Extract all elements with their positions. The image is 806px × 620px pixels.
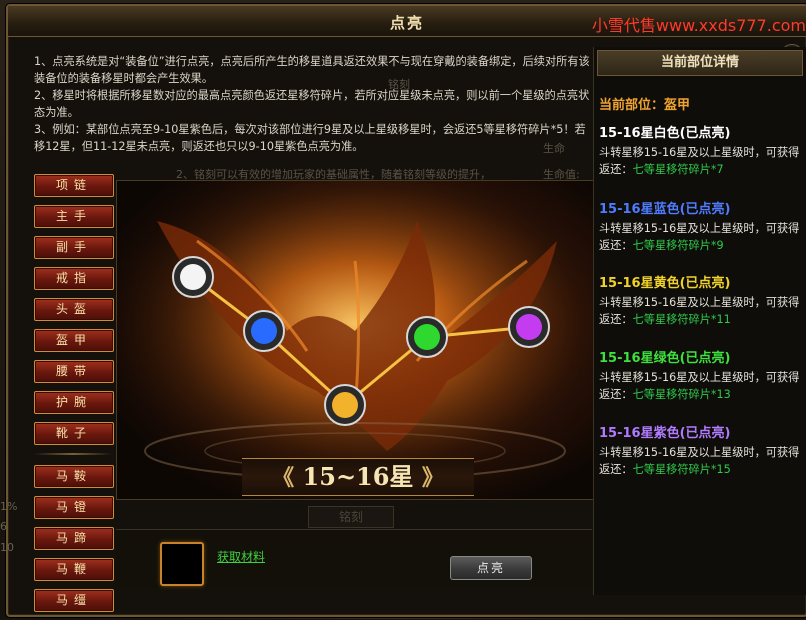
tier-white-title: 15-16星白色(已点亮)	[599, 126, 731, 141]
rule-1: 1、点亮系统是对“装备位”进行点亮，点亮后所产生的移星道具返还效果不与现在穿戴的…	[34, 55, 590, 85]
slot-divider	[34, 453, 112, 455]
slot-button-main-hand[interactable]: 主手	[34, 205, 114, 228]
seller-watermark: 小雪代售www.xxds777.com	[591, 16, 806, 35]
tier-blue-title: 15-16星蓝色(已点亮)	[599, 202, 731, 217]
ghost-gen: 生命	[543, 142, 565, 155]
tier-blue-desc: 斗转星移15-16星及以上星级时，可获得返还：七等星移符碎片*9	[599, 222, 800, 252]
get-material-link[interactable]: 获取材料	[217, 548, 265, 565]
tier-yellow-title: 15-16星黄色(已点亮)	[599, 276, 731, 291]
slot-button-helmet[interactable]: 头盔	[34, 298, 114, 321]
tier-white-desc: 斗转星移15-16星及以上星级时，可获得返还：七等星移符碎片*7	[599, 146, 800, 176]
material-panel: 获取材料 点亮	[116, 529, 592, 588]
tier-yellow-desc: 斗转星移15-16星及以上星级时，可获得返还：七等星移符碎片*11	[599, 296, 800, 326]
slot-button-armor[interactable]: 盔甲	[34, 329, 114, 352]
tier-green-title: 15-16星绿色(已点亮)	[599, 351, 731, 366]
tier-purple-desc: 斗转星移15-16星及以上星级时，可获得返还：七等星移符碎片*15	[599, 446, 800, 476]
tier-yellow: 15-16星黄色(已点亮) 斗转星移15-16星及以上星级时，可获得返还：七等星…	[599, 272, 804, 328]
banner-right-arrow[interactable]: 》	[422, 465, 444, 491]
ghost-tab-bottom: 铭刻	[308, 506, 394, 528]
detail-header: 当前部位详情	[597, 50, 803, 76]
light-up-button[interactable]: 点亮	[450, 556, 532, 580]
tier-purple: 15-16星紫色(已点亮) 斗转星移15-16星及以上星级时，可获得返还：七等星…	[599, 422, 804, 478]
slot-button-whip[interactable]: 马鞭	[34, 558, 114, 581]
orb-yellow[interactable]	[324, 384, 366, 426]
star-tier-banner: 《 15~16星 》	[242, 458, 474, 496]
edge-text-3: 10	[0, 541, 14, 554]
rule-3: 3、例如：某部位点亮至9-10星紫色后，每次对该部位进行9星及以上星级移星时，会…	[34, 123, 586, 153]
ghost-tab-top: 铭刻	[388, 78, 410, 91]
slot-button-hoof[interactable]: 马蹄	[34, 527, 114, 550]
current-slot-label: 当前部位：盔甲	[599, 98, 691, 113]
tier-green: 15-16星绿色(已点亮) 斗转星移15-16星及以上星级时，可获得返还：七等星…	[599, 347, 804, 403]
slot-button-ring[interactable]: 戒指	[34, 267, 114, 290]
tier-purple-title: 15-16星紫色(已点亮)	[599, 426, 731, 441]
orb-blue[interactable]	[243, 310, 285, 352]
tier-blue: 15-16星蓝色(已点亮) 斗转星移15-16星及以上星级时，可获得返还：七等星…	[599, 198, 804, 254]
lighting-window: 点亮 小雪代售www.xxds777.com ✕ 1、点亮系统是对“装备位”进行…	[6, 4, 806, 617]
banner-left-arrow[interactable]: 《	[272, 465, 294, 491]
tier-white: 15-16星白色(已点亮) 斗转星移15-16星及以上星级时，可获得返还：七等星…	[599, 122, 804, 178]
slot-detail-panel: 当前部位详情 当前部位：盔甲 15-16星白色(已点亮) 斗转星移15-16星及…	[593, 47, 806, 595]
slot-button-boots[interactable]: 靴子	[34, 422, 114, 445]
slot-button-off-hand[interactable]: 副手	[34, 236, 114, 259]
slot-button-list: 项链 主手 副手 戒指 头盔 盔甲 腰带 护腕 靴子 马鞍 马镫 马蹄 马鞭 马…	[34, 174, 114, 620]
slot-button-stirrup[interactable]: 马镫	[34, 496, 114, 519]
orb-green[interactable]	[406, 316, 448, 358]
edge-text-1: 1%	[0, 500, 18, 513]
banner-text: 15~16星	[302, 462, 414, 491]
phoenix-stage: 《 15~16星 》	[116, 180, 594, 500]
orb-white[interactable]	[172, 256, 214, 298]
edge-text-2: 6	[0, 520, 7, 533]
material-slot[interactable]	[160, 542, 204, 586]
rule-2: 2、移星时将根据所移星数对应的最高点亮颜色返还星移符碎片，若所对应星级未点亮，则…	[34, 89, 590, 119]
material-area: 铭刻 获取材料 点亮	[116, 501, 592, 588]
tier-green-desc: 斗转星移15-16星及以上星级时，可获得返还：七等星移符碎片*13	[599, 371, 800, 401]
title-bar[interactable]: 点亮 小雪代售www.xxds777.com	[8, 6, 806, 37]
slot-button-belt[interactable]: 腰带	[34, 360, 114, 383]
rules-text: 1、点亮系统是对“装备位”进行点亮，点亮后所产生的移星道具返还效果不与现在穿戴的…	[34, 53, 594, 155]
slot-button-bracer[interactable]: 护腕	[34, 391, 114, 414]
slot-button-necklace[interactable]: 项链	[34, 174, 114, 197]
orb-purple[interactable]	[508, 306, 550, 348]
slot-button-rein[interactable]: 马缰	[34, 589, 114, 612]
slot-button-saddle[interactable]: 马鞍	[34, 465, 114, 488]
phoenix-art	[117, 181, 593, 499]
